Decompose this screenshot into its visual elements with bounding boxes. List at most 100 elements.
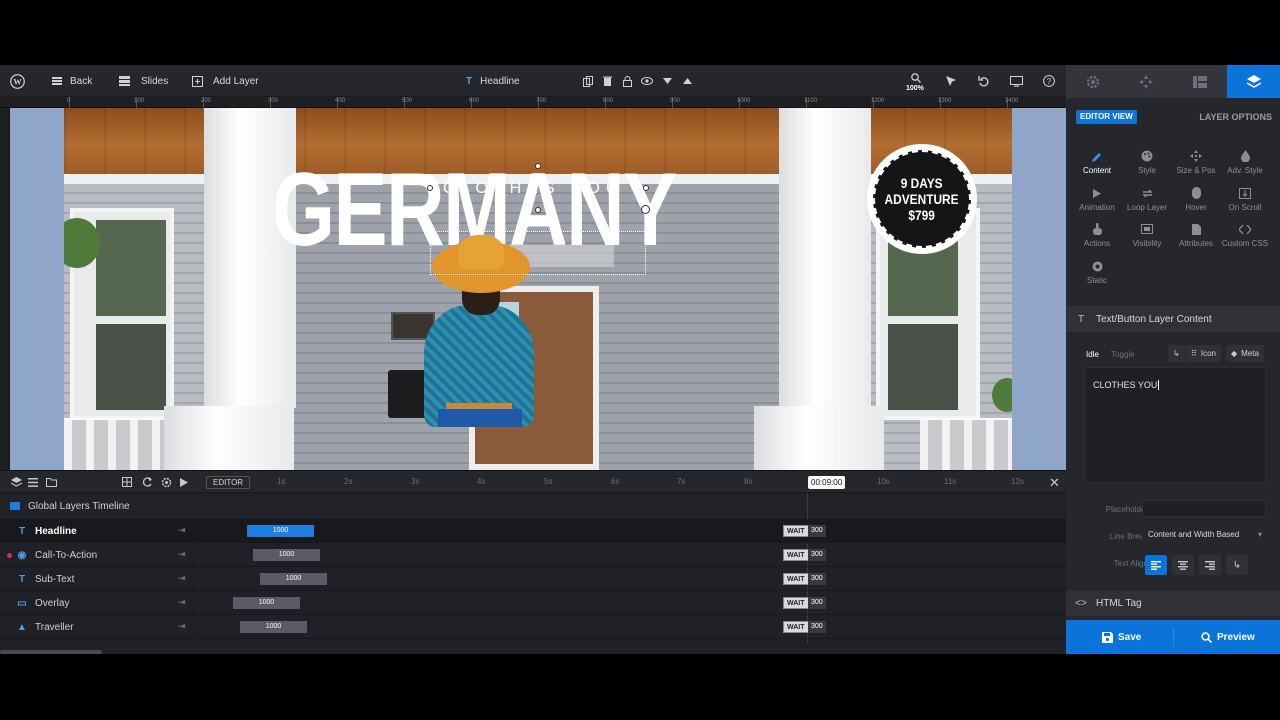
list-icon[interactable] [27,476,39,488]
ruler-tick-label: 1200 [871,98,885,104]
align-left-icon[interactable] [1145,555,1167,575]
current-time: 00:09:00 [808,476,846,489]
ruler-tick-label: 500 [402,98,413,104]
icon-button[interactable]: ⠿ Icon [1186,345,1221,362]
text-layer-content-header[interactable]: T Text/Button Layer Content [1066,306,1280,332]
slides-button[interactable]: Slides [119,65,168,97]
badge-adventure: ADVENTURE [884,191,960,207]
save-button[interactable]: Save [1102,620,1141,654]
delete-icon[interactable] [600,74,614,88]
timeline-second-label: 10s [877,477,890,486]
expand-arrow-icon[interactable]: ⇥ [178,621,186,632]
animation-bar[interactable]: 1000 [247,525,314,537]
price-badge-inner: 9 DAYS ADVENTURE $799 [873,150,971,248]
desktop-view-icon[interactable] [1009,74,1023,88]
svg-text:W: W [13,77,22,86]
timeline-row[interactable]: ▭ Overlay ⇥ 1000 WAIT 300 [0,591,1066,615]
expand-arrow-icon[interactable]: ⇥ [178,549,186,560]
wait-value[interactable]: 300 [808,549,826,561]
preview-button[interactable]: Preview [1201,620,1255,654]
option-on-scroll[interactable]: On Scroll [1215,185,1275,212]
navigation-tab-icon[interactable] [1119,65,1172,98]
visibility-icon[interactable] [640,74,654,88]
line-break-insert-button[interactable]: ↳ [1168,345,1185,362]
option-custom-css[interactable]: Custom CSS [1215,221,1275,248]
idle-tab[interactable]: Idle [1086,350,1099,359]
timeline-second-label: 6s [611,477,620,486]
cursor-icon[interactable] [944,74,958,88]
undo-icon[interactable] [976,74,990,88]
selection-box[interactable] [430,231,646,275]
text-layer-icon: T [18,573,26,585]
timeline-row[interactable]: T Headline ⇥ 1000 WAIT 300 [0,519,1066,543]
editor-mode-pill[interactable]: EDITOR [206,476,251,489]
lock-icon[interactable] [620,74,634,88]
global-layers-timeline[interactable]: Global Layers Timeline [0,494,1066,518]
add-layer-button[interactable]: Add Layer [192,65,259,97]
move-down-icon[interactable] [660,74,674,88]
expand-arrow-icon[interactable]: ⇥ [178,573,186,584]
help-icon[interactable]: ? [1042,74,1056,88]
ruler-tick-label: 0 [67,98,71,104]
line-break-label: Line Break [1109,532,1148,541]
text-layer-icon: T [18,525,26,537]
animation-bar[interactable]: 1000 [253,549,320,561]
grid-snap-icon[interactable] [121,476,133,488]
zoom-icon[interactable] [909,71,923,85]
horizontal-scrollbar[interactable] [0,650,102,654]
timeline-second-label: 7s [677,477,686,486]
rotate-handle-icon[interactable] [641,205,650,214]
timeline-row[interactable]: ▲ Traveller ⇥ 1000 WAIT 300 [0,615,1066,639]
headline-layer[interactable]: CLOTHES YOU [443,180,623,198]
align-center-icon[interactable] [1172,555,1194,575]
wordpress-logo-icon[interactable]: W [10,65,25,97]
animation-bar[interactable]: 1000 [240,621,307,633]
toggle-tab[interactable]: Toggle [1111,350,1135,359]
inherit-align-icon[interactable]: ↳ [1226,555,1248,575]
placeholder-field[interactable] [1142,500,1266,517]
close-timeline-icon[interactable]: ✕ [1049,475,1060,491]
html-tag-header[interactable]: <> HTML Tag [1066,590,1280,616]
editor-view-badge[interactable]: EDITOR VIEW [1076,110,1137,124]
play-icon[interactable] [178,476,190,488]
option-adv-style[interactable]: Adv. Style [1215,148,1275,175]
duplicate-icon[interactable] [581,74,595,88]
wait-value[interactable]: 300 [808,621,826,633]
ruler-tick-label: 200 [201,98,212,104]
resize-handle-left[interactable] [427,185,433,191]
line-break-select[interactable]: Content and Width Based ▾ [1142,527,1266,544]
expand-arrow-icon[interactable]: ⇥ [178,525,186,536]
settings-tab-icon[interactable] [1066,65,1119,98]
back-button[interactable]: Back [52,65,92,97]
option-static[interactable]: Static [1067,258,1127,285]
settings-icon[interactable] [160,476,172,488]
resize-handle-right[interactable] [643,185,649,191]
option-label: Custom CSS [1221,239,1269,248]
loop-icon[interactable] [141,476,153,488]
expand-arrow-icon[interactable]: ⇥ [178,597,186,608]
grid-icon [52,77,62,85]
folder-icon[interactable] [45,476,57,488]
layers-tab-icon[interactable] [1227,65,1280,98]
timeline-row[interactable]: T Sub-Text ⇥ 1000 WAIT 300 [0,567,1066,591]
animation-bar[interactable]: 1000 [260,573,327,585]
wait-value[interactable]: 300 [808,525,826,537]
badge-days: 9 DAYS [901,175,943,191]
slide-layout-tab-icon[interactable] [1173,65,1226,98]
resize-handle-top[interactable] [535,163,541,169]
timeline-row[interactable]: ◉ Call-To-Action ⇥ 1000 WAIT 300 [0,543,1066,567]
wait-value[interactable]: 300 [808,597,826,609]
wait-value[interactable]: 300 [808,573,826,585]
layers-icon[interactable] [10,476,22,488]
text-align-label: Text Align [1113,559,1148,568]
animation-bar[interactable]: 1000 [233,597,300,609]
meta-button[interactable]: ◆ Meta [1226,345,1264,362]
layer-name: Traveller [35,622,74,633]
ruler-tick-label: 1300 [938,98,952,104]
right-panel: EDITOR VIEW LAYER OPTIONS Content Style Si… [1066,65,1280,654]
align-right-icon[interactable] [1199,555,1221,575]
move-up-icon[interactable] [680,74,694,88]
current-layer-indicator[interactable]: T Headline [466,65,520,97]
resize-handle-bottom[interactable] [535,207,541,213]
layer-content-textarea[interactable]: CLOTHES YOU [1084,367,1266,483]
